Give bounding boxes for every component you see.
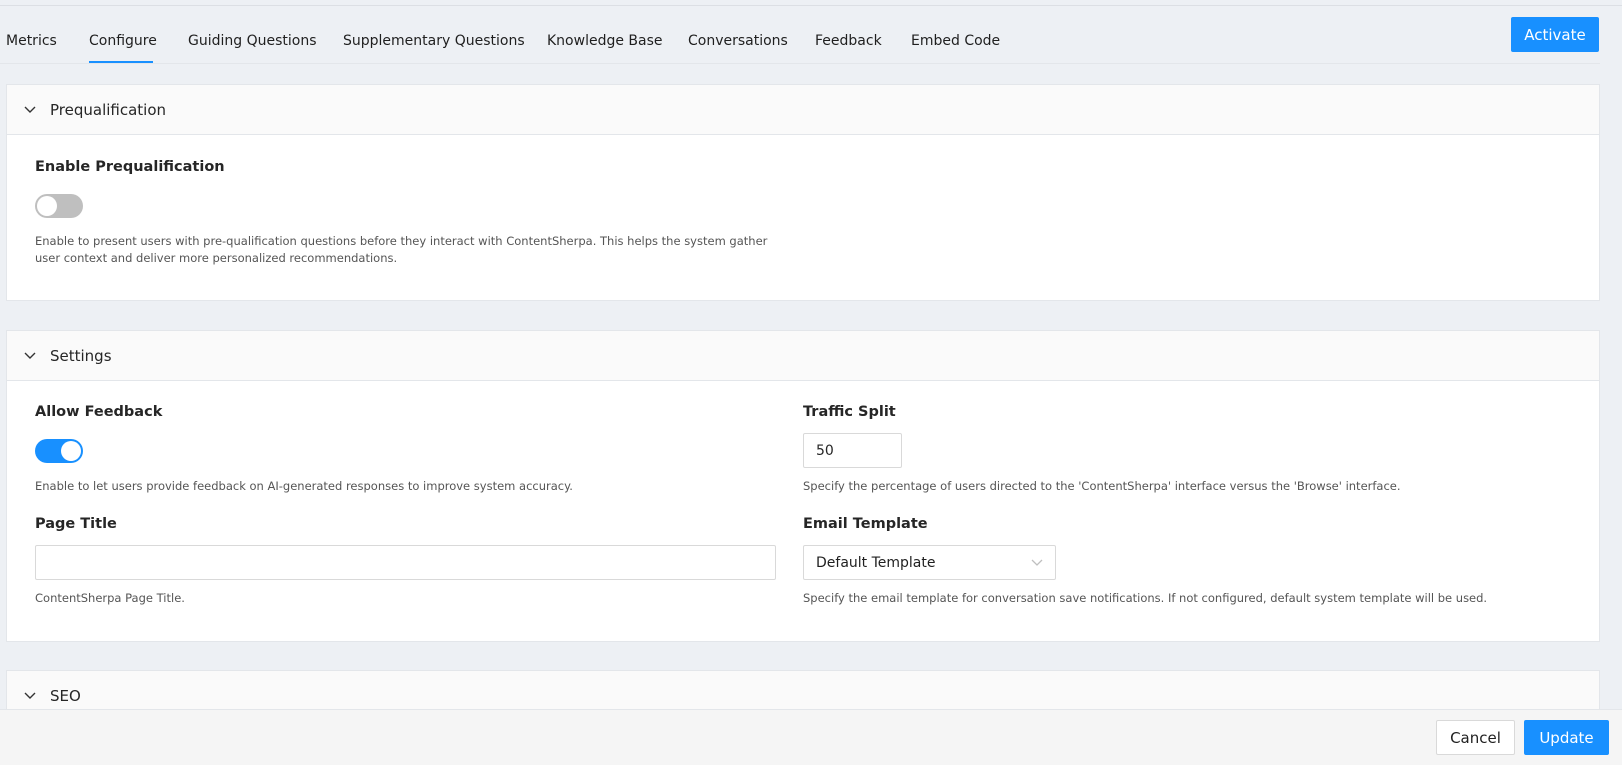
chevron-down-icon xyxy=(24,350,36,362)
tab-embed-code[interactable]: Embed Code xyxy=(911,32,1000,50)
page-title-input[interactable] xyxy=(35,545,776,580)
traffic-split-label: Traffic Split xyxy=(803,404,896,420)
cancel-button[interactable]: Cancel xyxy=(1436,720,1515,755)
email-template-help: Specify the email template for conversat… xyxy=(803,591,1488,605)
seo-title: SEO xyxy=(50,686,81,705)
prequalification-title: Prequalification xyxy=(50,100,167,119)
prequalification-panel-header[interactable]: Prequalification xyxy=(7,85,1599,135)
prequalification-help-line2: user context and deliver more personaliz… xyxy=(35,251,398,265)
tab-conversations[interactable]: Conversations xyxy=(688,32,788,50)
traffic-split-input[interactable] xyxy=(803,433,902,468)
enable-prequalification-toggle[interactable] xyxy=(35,194,83,218)
traffic-split-help: Specify the percentage of users directed… xyxy=(803,479,1401,493)
chevron-down-icon xyxy=(24,690,36,702)
email-template-value: Default Template xyxy=(816,554,936,571)
page-title-help: ContentSherpa Page Title. xyxy=(35,591,185,605)
enable-prequalification-label: Enable Prequalification xyxy=(35,159,225,175)
toggle-knob xyxy=(61,441,81,461)
email-template-label: Email Template xyxy=(803,516,928,532)
allow-feedback-label: Allow Feedback xyxy=(35,404,163,420)
tab-supplementary-questions[interactable]: Supplementary Questions xyxy=(343,32,525,50)
tab-feedback[interactable]: Feedback xyxy=(815,32,882,50)
chevron-down-icon xyxy=(24,104,36,116)
page-title-label: Page Title xyxy=(35,516,117,532)
prequalification-help-line1: Enable to present users with pre-qualifi… xyxy=(35,234,768,248)
allow-feedback-help: Enable to let users provide feedback on … xyxy=(35,479,573,493)
tab-configure[interactable]: Configure xyxy=(89,32,157,50)
allow-feedback-toggle[interactable] xyxy=(35,439,83,463)
update-button[interactable]: Update xyxy=(1524,720,1609,755)
tab-knowledge-base[interactable]: Knowledge Base xyxy=(547,32,663,50)
activate-button[interactable]: Activate xyxy=(1511,17,1599,52)
tab-guiding-questions[interactable]: Guiding Questions xyxy=(188,32,317,50)
tab-metrics[interactable]: Metrics xyxy=(6,32,57,50)
toggle-knob xyxy=(37,196,57,216)
settings-title: Settings xyxy=(50,346,112,365)
settings-panel-header[interactable]: Settings xyxy=(7,331,1599,381)
email-template-select[interactable]: Default Template xyxy=(803,545,1056,580)
prequalification-panel: Prequalification Enable Prequalification… xyxy=(6,84,1600,301)
chevron-down-icon xyxy=(1031,555,1043,571)
settings-panel: Settings Allow Feedback Enable to let us… xyxy=(6,330,1600,642)
active-tab-indicator xyxy=(89,61,153,63)
tab-bar: Metrics Configure Guiding Questions Supp… xyxy=(0,6,1600,64)
footer-bar: Cancel Update xyxy=(0,709,1622,765)
